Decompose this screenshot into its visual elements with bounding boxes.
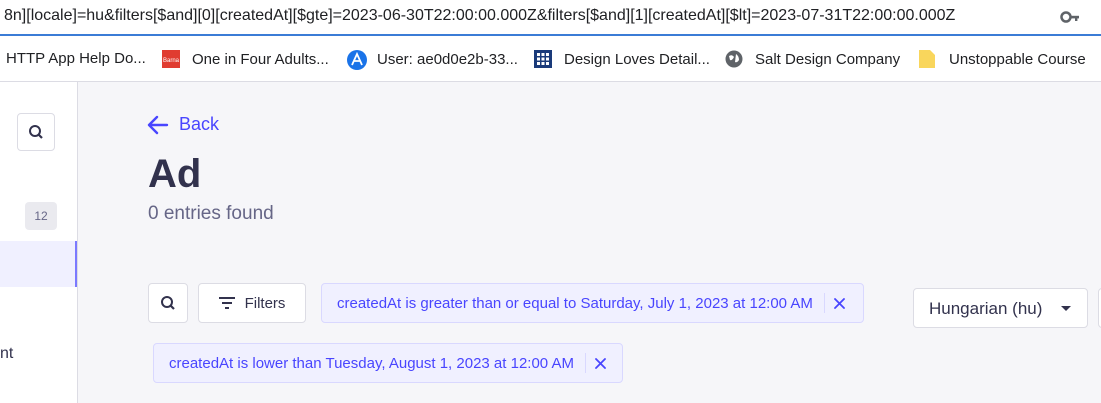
filter-chip-label: createdAt is lower than Tuesday, August …	[169, 354, 574, 372]
url-text[interactable]: 8n][locale]=hu&filters[$and][0][createdA…	[4, 7, 955, 25]
back-link[interactable]: Back	[147, 114, 219, 135]
filter-chip[interactable]: createdAt is lower than Tuesday, August …	[153, 343, 623, 383]
address-bar[interactable]: 8n][locale]=hu&filters[$and][0][createdA…	[0, 0, 1101, 36]
key-icon[interactable]	[1060, 8, 1080, 26]
filter-chip-label: createdAt is greater than or equal to Sa…	[337, 294, 813, 312]
bookmark-item[interactable]: Salt Design Company	[725, 50, 900, 68]
grid-icon	[534, 50, 552, 68]
bookmark-label: HTTP App Help Do...	[6, 50, 146, 67]
bookmark-label: One in Four Adults...	[192, 50, 329, 68]
arrow-left-icon	[147, 115, 169, 134]
bookmark-item[interactable]: HTTP App Help Do...	[6, 50, 146, 67]
count-badge: 12	[25, 202, 57, 230]
svg-text:Barna: Barna	[163, 58, 180, 64]
bookmark-item[interactable]: Barna One in Four Adults...	[162, 50, 329, 68]
bookmark-label: Salt Design Company	[755, 50, 901, 68]
filters-button[interactable]: Filters	[198, 283, 306, 323]
note-icon	[919, 50, 937, 68]
sidebar-item-label[interactable]: nt	[0, 345, 13, 363]
entries-count: 0 entries found	[148, 203, 274, 224]
bookmark-label: Design Loves Detail...	[564, 50, 710, 68]
close-icon[interactable]	[586, 353, 616, 373]
bookmarks-bar: HTTP App Help Do... Barna One in Four Ad…	[0, 36, 1101, 82]
search-icon	[29, 125, 43, 139]
bookmark-item[interactable]: User: ae0d0e2b-33...	[347, 50, 518, 70]
bookmark-label: User: ae0d0e2b-33...	[377, 50, 518, 68]
bookmark-item[interactable]: Design Loves Detail...	[534, 50, 710, 68]
globe-icon	[725, 50, 743, 68]
page-title: Ad	[148, 152, 202, 196]
locale-select-value: Hungarian (hu)	[929, 299, 1043, 318]
sidebar-item-active[interactable]	[0, 241, 77, 287]
close-icon[interactable]	[825, 293, 855, 313]
user-a-icon	[347, 50, 367, 70]
search-icon	[161, 296, 175, 310]
search-button[interactable]	[148, 283, 188, 323]
sidebar: 12 nt	[0, 82, 78, 403]
caret-down-icon	[1061, 306, 1071, 311]
sidebar-search-button[interactable]	[17, 113, 55, 151]
locale-select[interactable]: Hungarian (hu)	[913, 288, 1088, 328]
back-label: Back	[179, 114, 220, 134]
barna-icon: Barna	[162, 50, 180, 68]
filters-label: Filters	[244, 294, 286, 312]
bookmark-label: Unstoppable Course	[949, 50, 1086, 68]
bookmark-item[interactable]: Unstoppable Course	[919, 50, 1086, 68]
filter-chip[interactable]: createdAt is greater than or equal to Sa…	[321, 283, 864, 323]
filter-icon	[218, 297, 235, 309]
